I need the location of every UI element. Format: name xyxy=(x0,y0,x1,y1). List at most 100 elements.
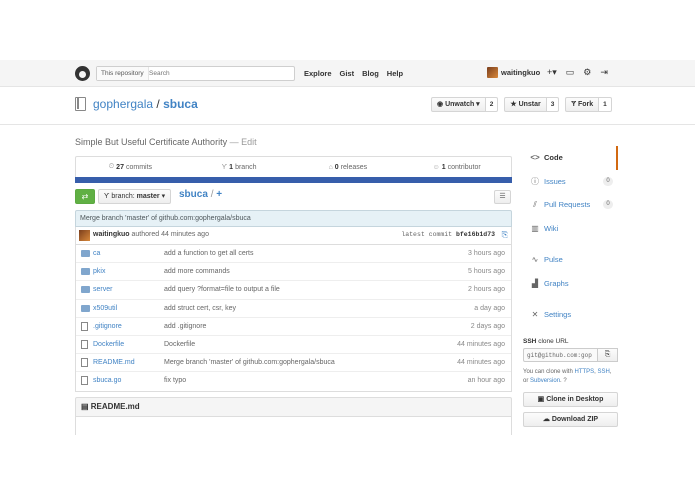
github-logo-icon[interactable] xyxy=(75,66,90,81)
file-age: 2 hours ago xyxy=(468,286,505,294)
clone-url-field[interactable] xyxy=(523,348,598,362)
code-icon: <> xyxy=(530,153,540,163)
sidebar-item-pulls[interactable]: ⫽ Pull Requests 0 xyxy=(523,193,618,217)
unwatch-button[interactable]: ◉ Unwatch ▾ xyxy=(431,97,486,112)
header-icons: +▾ ▭ ⚙ ⇥ xyxy=(547,67,608,78)
file-row: pkix add more commands 5 hours ago xyxy=(76,263,511,282)
fork-icon: Ɏ xyxy=(571,101,578,108)
plus-icon[interactable]: +▾ xyxy=(547,67,557,78)
repo-icon xyxy=(75,97,86,111)
breadcrumb-repo-link[interactable]: sbuca xyxy=(179,189,208,200)
download-zip-button[interactable]: ☁ Download ZIP xyxy=(523,412,618,427)
tools-icon: ✕ xyxy=(531,310,539,320)
inbox-icon[interactable]: ▭ xyxy=(566,67,575,78)
fork-count[interactable]: 1 xyxy=(599,97,612,112)
file-commit-message[interactable]: Merge branch 'master' of github.com:goph… xyxy=(164,359,335,366)
issue-icon: ⓘ xyxy=(531,176,539,186)
sidebar-item-graphs[interactable]: ▟ Graphs xyxy=(523,272,618,296)
commit-author[interactable]: waitingkuo xyxy=(93,231,130,238)
file-row: README.md Merge branch 'master' of github… xyxy=(76,354,511,373)
commit-sha[interactable]: bfe16b1d73 xyxy=(456,231,495,238)
commit-author-line: waitingkuo authored 44 minutes ago xyxy=(93,231,209,238)
file-commit-message[interactable]: add query ?format=file to output a file xyxy=(164,286,280,293)
latest-commit-message[interactable]: Merge branch 'master' of github.com:goph… xyxy=(75,210,512,227)
sidebar-item-code[interactable]: <> Code xyxy=(523,146,618,170)
file-commit-message[interactable]: add more commands xyxy=(164,268,230,275)
https-clone-link[interactable]: HTTPS xyxy=(575,369,595,375)
file-name-link[interactable]: .gitignore xyxy=(93,323,122,330)
history-icon: ⏲ xyxy=(108,163,115,170)
user-menu[interactable]: waitingkuo xyxy=(487,67,540,78)
file-icon xyxy=(81,321,88,331)
sidebar-item-pulse[interactable]: ∿ Pulse xyxy=(523,248,618,272)
file-row: x509util add struct cert, csr, key a day a… xyxy=(76,300,511,318)
subversion-clone-link[interactable]: Subversion xyxy=(530,378,560,384)
nav-help[interactable]: Help xyxy=(387,69,403,78)
add-file-link[interactable]: + xyxy=(216,189,222,200)
gear-icon[interactable]: ⚙ xyxy=(583,67,591,78)
sidebar-item-issues[interactable]: ⓘ Issues 0 xyxy=(523,170,618,194)
file-age: 2 days ago xyxy=(470,322,505,330)
ssh-clone-link[interactable]: SSH xyxy=(598,369,610,375)
file-age: 5 hours ago xyxy=(468,268,505,276)
file-commit-message[interactable]: add .gitignore xyxy=(164,323,206,330)
file-name-link[interactable]: server xyxy=(93,286,112,293)
search-scope-label: This repository xyxy=(97,67,149,80)
file-row: Dockerfile Dockerfile 44 minutes ago xyxy=(76,336,511,355)
watch-count[interactable]: 2 xyxy=(485,97,499,112)
repo-sidebar: <> Code ⓘ Issues 0 ⫽ Pull Requests 0 ▥ Wiki … xyxy=(523,146,618,327)
file-icon xyxy=(81,358,88,368)
clone-in-desktop-button[interactable]: ▣ Clone in Desktop xyxy=(523,392,618,407)
readme-body xyxy=(75,417,512,435)
clipboard-icon[interactable]: ⎘ xyxy=(502,230,508,240)
branches-stat[interactable]: Ƴ 1 branch xyxy=(185,157,294,177)
repo-name-link[interactable]: sbuca xyxy=(163,97,198,111)
releases-stat[interactable]: ⌂ 0 releases xyxy=(294,157,403,177)
clone-url-label: SSH clone URL xyxy=(523,338,569,345)
help-icon[interactable]: ? xyxy=(563,378,566,384)
file-age: 44 minutes ago xyxy=(457,359,505,367)
file-row: ca add a function to get all certs 3 hours… xyxy=(76,245,511,264)
edit-description-link[interactable]: — Edit xyxy=(230,137,257,147)
file-name-link[interactable]: sbuca.go xyxy=(93,377,121,384)
language-bar[interactable] xyxy=(75,177,512,183)
graph-icon: ▟ xyxy=(531,278,539,288)
compare-button[interactable]: ⇄ xyxy=(75,189,95,204)
copy-clone-url-icon[interactable]: ⎘ xyxy=(598,348,618,362)
search-box[interactable]: This repository xyxy=(96,66,295,81)
star-count[interactable]: 3 xyxy=(546,97,560,112)
file-commit-message[interactable]: Dockerfile xyxy=(164,341,195,348)
unstar-button[interactable]: ★ Unstar xyxy=(504,97,547,112)
pulse-icon: ∿ xyxy=(531,255,539,265)
search-input[interactable] xyxy=(149,68,289,79)
list-view-icon[interactable]: ☰ xyxy=(494,190,511,204)
branch-select[interactable]: Ƴ branch: master ▾ xyxy=(98,189,172,204)
sidebar-separator xyxy=(523,295,618,303)
file-name-link[interactable]: x509util xyxy=(93,305,117,312)
repo-owner-link[interactable]: gophergala xyxy=(93,97,153,111)
description-text: Simple But Useful Certificate Authority xyxy=(75,137,228,147)
file-commit-message[interactable]: add a function to get all certs xyxy=(164,250,254,257)
folder-icon xyxy=(81,286,90,294)
star-icon: ★ xyxy=(510,101,519,108)
file-name-link[interactable]: README.md xyxy=(93,359,135,366)
file-age: an hour ago xyxy=(467,377,505,385)
author-avatar[interactable] xyxy=(79,230,90,241)
nav-explore[interactable]: Explore xyxy=(304,69,332,78)
sidebar-item-settings[interactable]: ✕ Settings xyxy=(523,303,618,327)
nav-gist[interactable]: Gist xyxy=(340,69,355,78)
nav-blog[interactable]: Blog xyxy=(362,69,379,78)
file-name-link[interactable]: ca xyxy=(93,250,100,257)
file-icon xyxy=(81,376,88,386)
file-commit-message[interactable]: fix typo xyxy=(164,377,186,384)
site-header: This repository Explore Gist Blog Help w… xyxy=(0,60,695,87)
file-commit-message[interactable]: add struct cert, csr, key xyxy=(164,305,236,312)
commits-stat[interactable]: ⏲ 27 commits xyxy=(76,157,185,177)
file-name-link[interactable]: Dockerfile xyxy=(93,341,124,348)
file-name-link[interactable]: pkix xyxy=(93,268,105,275)
fork-button[interactable]: Ɏ Fork xyxy=(565,97,600,112)
username: waitingkuo xyxy=(501,68,541,77)
sidebar-item-wiki[interactable]: ▥ Wiki xyxy=(523,217,618,241)
contributors-stat[interactable]: ☺ 1 contributor xyxy=(402,157,511,177)
sign-out-icon[interactable]: ⇥ xyxy=(600,67,608,78)
